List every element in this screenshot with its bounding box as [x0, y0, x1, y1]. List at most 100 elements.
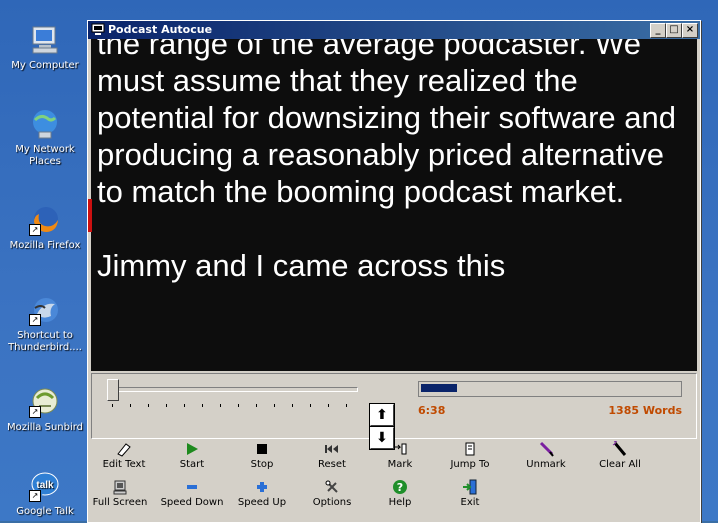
progress-bar [418, 381, 682, 397]
rewind-icon [324, 441, 340, 457]
speed-down-button[interactable]: Speed Down [156, 479, 228, 508]
options-button[interactable]: Options [296, 479, 368, 508]
play-icon [184, 441, 200, 457]
desktop-icon-label: Shortcut to Thunderbird.... [8, 330, 82, 353]
title-bar[interactable]: Podcast Autocue _ □ × [88, 21, 700, 39]
thunderbird-icon: ↗ [29, 294, 61, 326]
unmark-button[interactable]: Unmark [510, 441, 582, 470]
clear-all-button[interactable]: Clear All [584, 440, 656, 470]
reading-marker [88, 199, 92, 232]
start-label: Start [179, 459, 205, 470]
desktop-icon-label: Google Talk [16, 506, 74, 517]
unmark-label: Unmark [526, 459, 566, 470]
slider-tick [310, 404, 311, 407]
desktop-icon-mozilla-firefox[interactable]: ↗ Mozilla Firefox [0, 204, 90, 252]
app-icon [91, 23, 105, 35]
slider-tick [256, 404, 257, 407]
slider-tick [220, 404, 221, 407]
desktop-icon-label: My Computer [11, 60, 79, 71]
jump-to-icon [462, 441, 478, 457]
word-count: 1385 Words [608, 404, 682, 417]
help-icon: ? [392, 479, 408, 495]
unmark-icon [538, 441, 554, 457]
shortcut-arrow-icon: ↗ [29, 314, 41, 326]
edit-text-label: Edit Text [102, 459, 146, 470]
desktop-icon-my-network-places[interactable]: My Network Places [0, 108, 90, 168]
shortcut-arrow-icon: ↗ [29, 224, 41, 236]
jump-to-button[interactable]: Jump To [434, 441, 506, 470]
reset-label: Reset [318, 459, 346, 470]
full-screen-label: Full Screen [92, 497, 148, 508]
exit-icon [462, 479, 478, 495]
network-places-icon [29, 108, 61, 140]
slider-tick [184, 404, 185, 407]
mark-label: Mark [387, 459, 413, 470]
full-screen-button[interactable]: Full Screen [84, 479, 156, 508]
shortcut-arrow-icon: ↗ [29, 406, 41, 418]
slider-tick [148, 404, 149, 407]
clear-all-label: Clear All [599, 459, 641, 470]
close-button[interactable]: × [682, 23, 698, 38]
slider-tick [274, 404, 275, 407]
exit-label: Exit [460, 497, 480, 508]
mark-icon [392, 441, 408, 457]
slider-tick [166, 404, 167, 407]
sunbird-icon: ↗ [29, 386, 61, 418]
maximize-button[interactable]: □ [666, 23, 682, 38]
stop-button[interactable]: Stop [226, 441, 298, 470]
cue-text: the range of the average podcaster. We m… [97, 39, 697, 321]
desktop-icon-label: Mozilla Sunbird [6, 422, 84, 433]
progress-fill [421, 384, 457, 392]
slider-tick [346, 404, 347, 407]
desktop-icon-thunderbird[interactable]: ↗ Shortcut to Thunderbird.... [0, 294, 90, 354]
window-title: Podcast Autocue [108, 23, 213, 36]
slider-ticks [112, 404, 358, 410]
start-button[interactable]: Start [156, 441, 228, 470]
autocue-display[interactable]: the range of the average podcaster. We m… [91, 39, 697, 371]
elapsed-time: 6:38 [418, 404, 446, 417]
slider-tick [130, 404, 131, 407]
slider-tick [328, 404, 329, 407]
firefox-icon: ↗ [29, 204, 61, 236]
speed-slider-thumb[interactable] [107, 379, 119, 401]
desktop-icon-my-computer[interactable]: My Computer [0, 24, 90, 72]
stop-label: Stop [250, 459, 274, 470]
google-talk-icon: talk ↗ [29, 470, 61, 502]
speed-slider-track[interactable] [112, 387, 358, 392]
slider-tick [202, 404, 203, 407]
speed-up-label: Speed Up [237, 497, 287, 508]
jump-to-label: Jump To [450, 459, 490, 470]
slider-tick [238, 404, 239, 407]
desktop-icon-label: My Network Places [15, 144, 75, 167]
mark-button[interactable]: Mark [364, 441, 436, 470]
options-icon [324, 479, 340, 495]
plus-icon [254, 479, 270, 495]
options-label: Options [312, 497, 352, 508]
full-screen-icon [112, 479, 128, 495]
stop-icon [254, 441, 270, 457]
cue-paragraph: Jimmy and I came across this [97, 248, 506, 283]
clear-all-icon [612, 440, 628, 457]
svg-text:?: ? [397, 481, 403, 494]
slider-tick [292, 404, 293, 407]
edit-text-button[interactable]: Edit Text [88, 441, 160, 470]
speed-up-button[interactable]: Speed Up [226, 479, 298, 508]
control-panel: ⬆ ⬇ 6:38 1385 Words [91, 373, 697, 450]
desktop-icon-google-talk[interactable]: talk ↗ Google Talk [0, 470, 90, 518]
podcast-autocue-window: Podcast Autocue _ □ × the range of the a… [87, 20, 701, 523]
exit-button[interactable]: Exit [434, 479, 506, 508]
edit-text-icon [116, 441, 132, 457]
cue-paragraph: the range of the average podcaster. We m… [97, 39, 685, 209]
my-computer-icon [29, 24, 61, 56]
shortcut-arrow-icon: ↗ [29, 490, 41, 502]
slider-tick [112, 404, 113, 407]
help-label: Help [388, 497, 412, 508]
help-button[interactable]: ? Help [364, 479, 436, 508]
scroll-up-button[interactable]: ⬆ [369, 403, 395, 427]
desktop-icon-label: Mozilla Firefox [9, 240, 81, 251]
desktop-icon-mozilla-sunbird[interactable]: ↗ Mozilla Sunbird [0, 386, 90, 434]
minus-icon [184, 479, 200, 495]
reset-button[interactable]: Reset [296, 441, 368, 470]
minimize-button[interactable]: _ [650, 23, 666, 38]
speed-down-label: Speed Down [160, 497, 224, 508]
